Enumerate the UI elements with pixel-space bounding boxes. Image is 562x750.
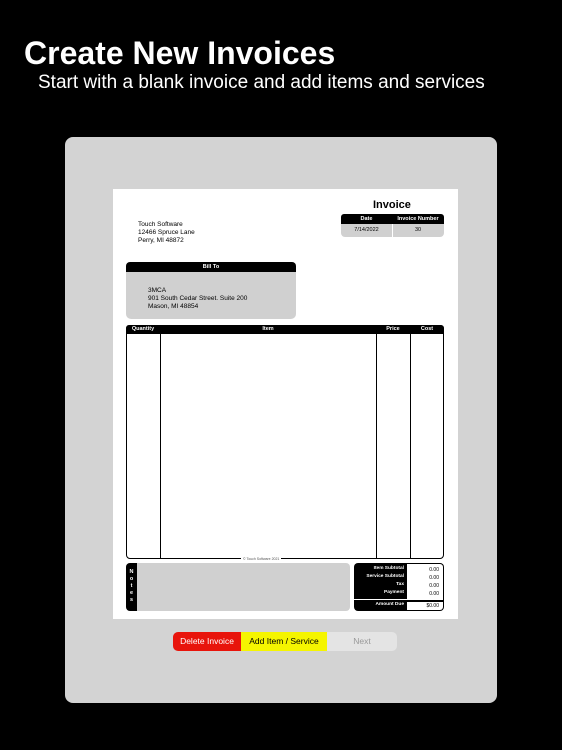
notes-letter: s <box>129 597 134 603</box>
totals-labels: Item Subtotal Service Subtotal Tax Payme… <box>354 563 407 611</box>
payment-value[interactable]: 0.00 <box>429 591 439 597</box>
promo-headline: Create New Invoices <box>24 35 336 71</box>
sender-name: Touch Software <box>138 221 183 228</box>
tax-value: 0.00 <box>429 583 439 589</box>
add-item-service-button[interactable]: Add Item / Service <box>241 632 327 651</box>
invoice-number-label: Invoice Number <box>397 216 439 222</box>
item-subtotal-value: 0.00 <box>429 567 439 573</box>
cost-header: Cost <box>420 326 434 332</box>
notes-letter: e <box>129 590 134 596</box>
notes-letter: t <box>130 583 133 589</box>
client-city: Mason, MI 48854 <box>148 303 199 310</box>
meta-divider <box>392 224 393 237</box>
invoice-number[interactable]: 30 <box>392 224 444 237</box>
sender-city: Perry, MI 48872 <box>138 237 184 244</box>
promo-subline: Start with a blank invoice and add items… <box>38 72 485 93</box>
column-divider <box>410 326 411 558</box>
tax-label: Tax <box>396 582 404 587</box>
bill-to-header: Bill To <box>126 262 296 272</box>
notes-label: N o t e s <box>126 563 137 611</box>
quantity-header: Quantity <box>131 326 155 332</box>
bill-to-address[interactable]: 3MCA 901 South Cedar Street. Suite 200 M… <box>148 287 247 311</box>
client-name: 3MCA <box>148 287 167 294</box>
service-subtotal-value: 0.00 <box>429 575 439 581</box>
next-button[interactable]: Next <box>327 632 397 651</box>
amount-due-value: $0.00 <box>426 603 439 609</box>
notes-letter: N <box>129 569 134 575</box>
item-header: Item <box>262 326 274 332</box>
notes-letter: o <box>129 576 134 582</box>
totals-values: 0.00 0.00 0.00 0.00 <box>407 563 444 601</box>
amount-due-label: Amount Due <box>375 602 404 607</box>
price-header: Price <box>386 326 400 332</box>
sender-address[interactable]: Touch Software 12466 Spruce Lane Perry, … <box>138 221 195 245</box>
column-divider <box>376 326 377 558</box>
notes-field[interactable] <box>126 563 350 611</box>
line-items-table[interactable] <box>126 325 444 559</box>
invoice-title: Invoice <box>373 199 411 211</box>
sender-street: 12466 Spruce Lane <box>138 229 195 236</box>
payment-label: Payment <box>384 590 404 595</box>
service-subtotal-label: Service Subtotal <box>366 574 404 579</box>
item-subtotal-label: Item Subtotal <box>373 566 404 571</box>
amount-due-box: $0.00 <box>407 601 444 611</box>
totals-divider <box>354 599 407 600</box>
date-label: Date <box>360 216 373 222</box>
invoice-meta-header: Date Invoice Number <box>341 214 444 224</box>
copyright-text: © Touch Software 2021 <box>241 557 282 561</box>
line-items-header: Quantity Item Price Cost <box>126 325 444 334</box>
invoice-date[interactable]: 7/14/2022 <box>341 224 392 237</box>
client-street: 901 South Cedar Street. Suite 200 <box>148 295 248 302</box>
column-divider <box>160 326 161 558</box>
delete-invoice-button[interactable]: Delete Invoice <box>173 632 241 651</box>
